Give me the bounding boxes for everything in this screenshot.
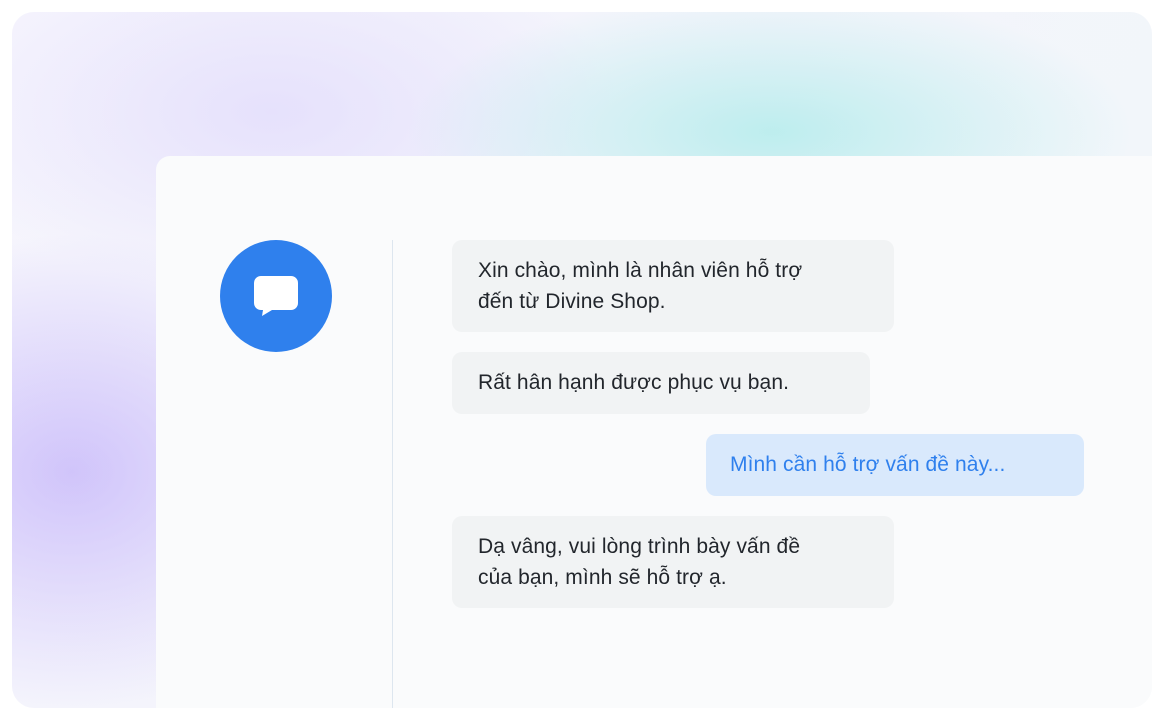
message-text-line: đến từ Divine Shop. [478,290,666,313]
message-text-line: Xin chào, mình là nhân viên hỗ trợ [478,259,803,282]
background-frame: Xin chào, mình là nhân viên hỗ trợ đến t… [12,12,1152,708]
agent-message-reply: Dạ vâng, vui lòng trình bày vấn đề của b… [452,516,894,608]
message-text-line: Rất hân hạnh được phục vụ bạn. [478,371,790,394]
agent-message-welcome: Rất hân hạnh được phục vụ bạn. [452,352,870,414]
message-text-line: Mình cần hỗ trợ vấn đề này... [730,453,1006,476]
agent-message-greeting: Xin chào, mình là nhân viên hỗ trợ đến t… [452,240,894,332]
user-message-request: Mình cần hỗ trợ vấn đề này... [706,434,1084,496]
vertical-divider [392,240,393,708]
message-text-line: của bạn, mình sẽ hỗ trợ ạ. [478,566,727,589]
chat-bubble-icon [254,276,298,316]
message-text-line: Dạ vâng, vui lòng trình bày vấn đề [478,535,801,558]
chat-card: Xin chào, mình là nhân viên hỗ trợ đến t… [156,156,1152,708]
support-avatar [220,240,332,352]
